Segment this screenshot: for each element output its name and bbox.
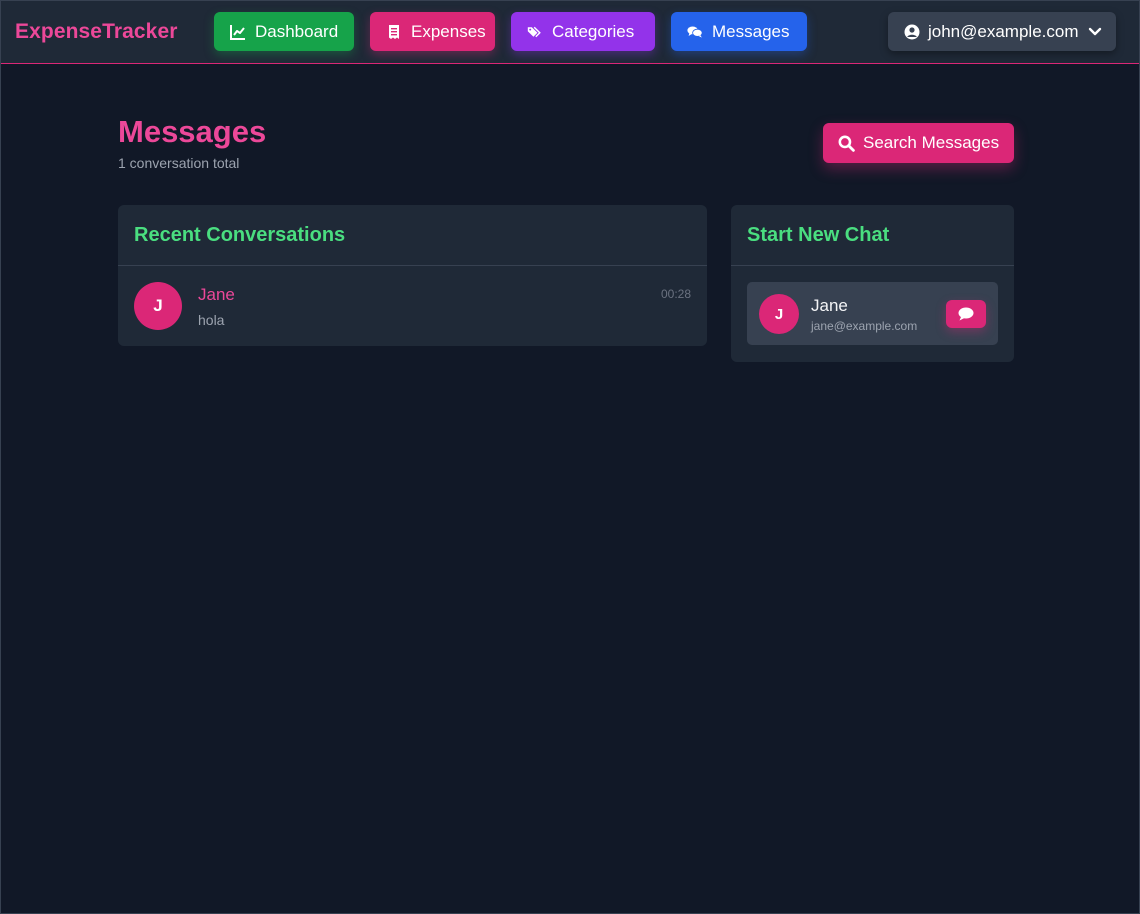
nav-expenses-button[interactable]: Expenses xyxy=(370,12,495,51)
chevron-down-icon xyxy=(1088,27,1101,35)
comment-icon xyxy=(958,307,974,321)
nav-dashboard-button[interactable]: Dashboard xyxy=(214,12,354,51)
nav-categories-button[interactable]: Categories xyxy=(511,12,655,51)
search-icon xyxy=(838,135,855,152)
top-navbar: ExpenseTracker Dashboard Expenses Catego… xyxy=(1,1,1139,64)
nav-dashboard-label: Dashboard xyxy=(255,21,339,41)
conversation-count: 1 conversation total xyxy=(118,155,240,171)
conversation-item[interactable]: J Jane hola 00:28 xyxy=(118,266,707,346)
contact-name: Jane xyxy=(811,296,848,315)
conversation-preview: hola xyxy=(198,312,225,328)
avatar: J xyxy=(759,294,799,334)
nav-messages-button[interactable]: Messages xyxy=(671,12,807,51)
nav-messages-label: Messages xyxy=(712,21,790,41)
recent-conversations-panel: Recent Conversations J Jane hola 00:28 xyxy=(118,205,707,346)
avatar: J xyxy=(134,282,182,330)
user-email: john@example.com xyxy=(928,21,1079,41)
nav-categories-label: Categories xyxy=(552,21,635,41)
app-window: ExpenseTracker Dashboard Expenses Catego… xyxy=(0,0,1140,914)
search-messages-label: Search Messages xyxy=(863,133,1000,152)
conversation-time: 00:28 xyxy=(660,287,691,301)
start-new-chat-panel: Start New Chat J Jane jane@example.com xyxy=(731,205,1014,362)
chart-line-icon xyxy=(230,24,245,40)
start-new-chat-title: Start New Chat xyxy=(731,205,1014,266)
contact-item: J Jane jane@example.com xyxy=(747,282,998,345)
contact-email: jane@example.com xyxy=(811,319,918,333)
search-messages-button[interactable]: Search Messages xyxy=(823,123,1014,163)
comments-icon xyxy=(687,26,703,38)
start-chat-button[interactable] xyxy=(946,300,986,328)
user-menu-button[interactable]: john@example.com xyxy=(888,12,1116,51)
tags-icon xyxy=(527,26,541,37)
page-title: Messages xyxy=(118,114,267,149)
receipt-icon xyxy=(389,24,399,39)
user-circle-icon xyxy=(904,24,920,39)
conversation-name: Jane xyxy=(198,285,235,304)
brand-logo[interactable]: ExpenseTracker xyxy=(15,20,178,44)
nav-expenses-label: Expenses xyxy=(411,21,486,41)
recent-conversations-title: Recent Conversations xyxy=(118,205,707,266)
